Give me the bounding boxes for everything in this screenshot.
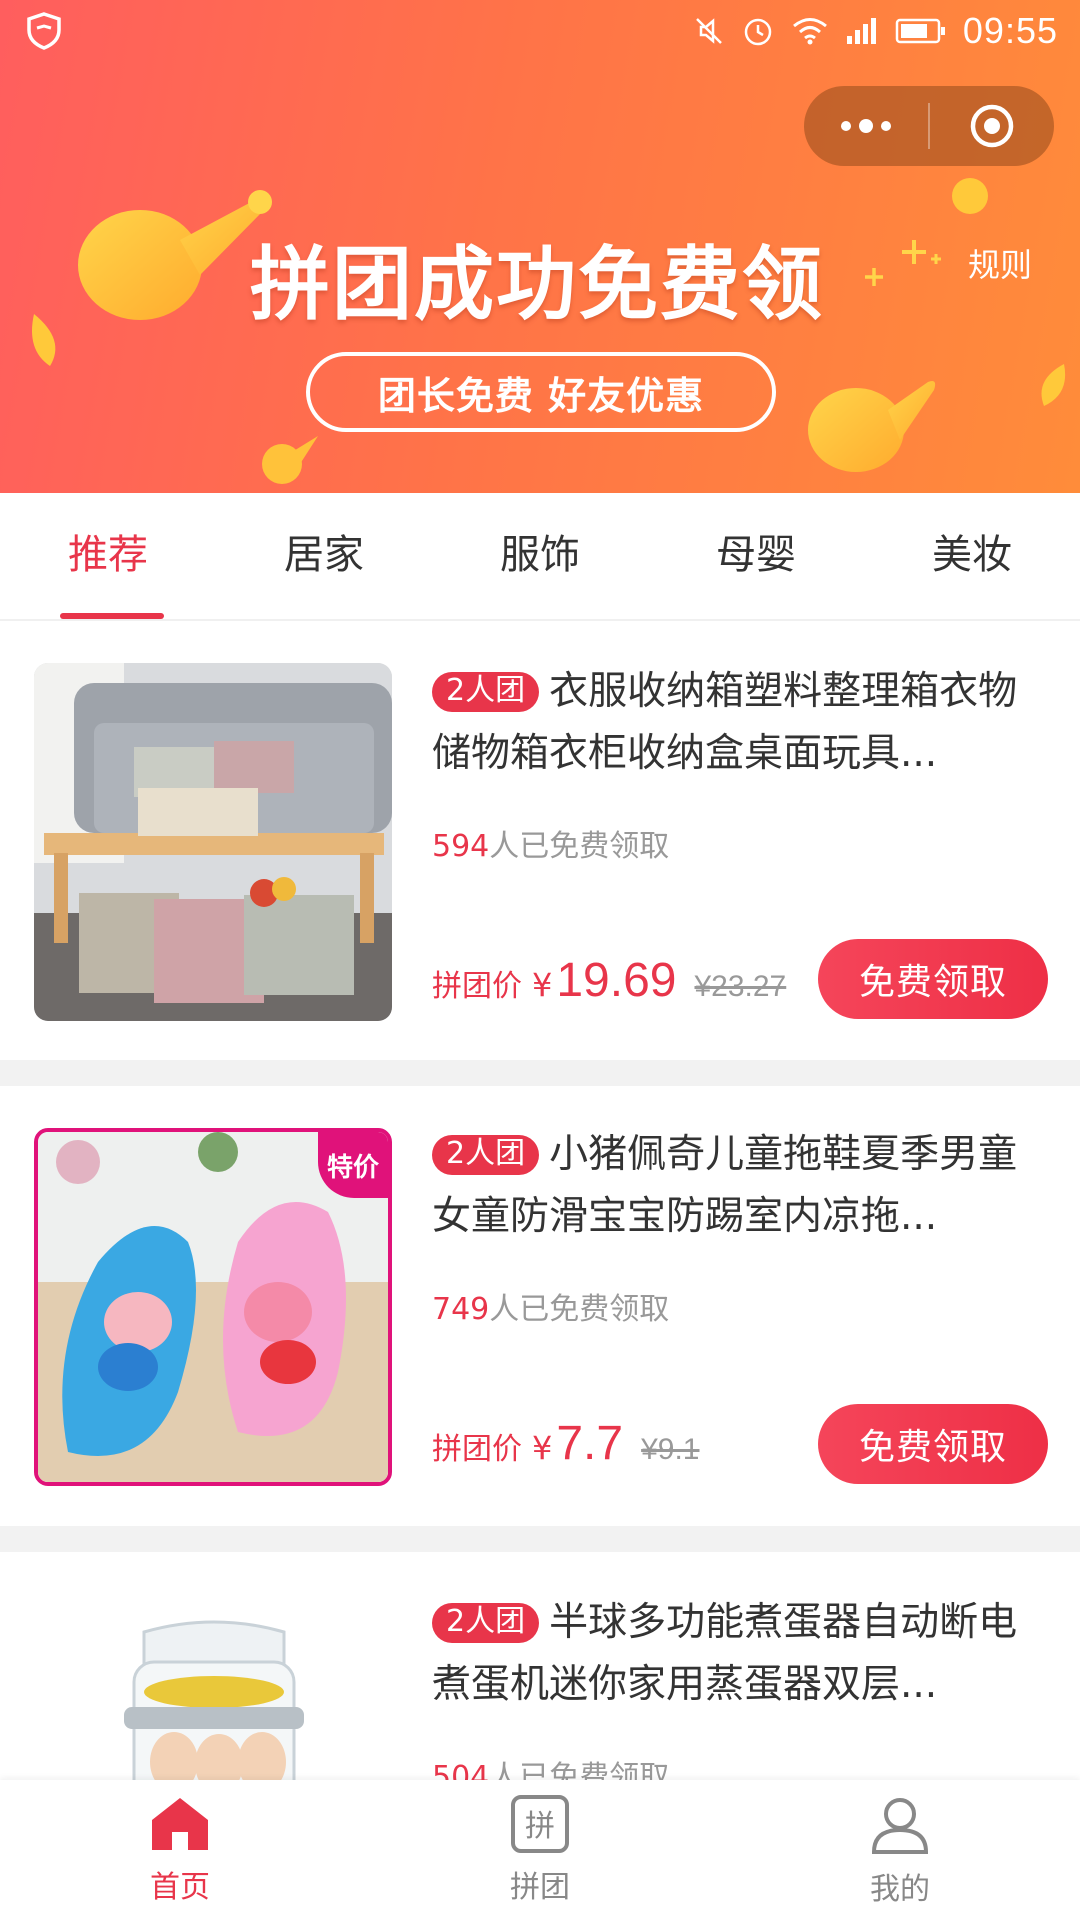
price-row: 拼团价 ¥ 7.7 ¥9.1	[432, 1416, 699, 1486]
profile-icon	[871, 1798, 929, 1854]
nav-group-buy-label: 拼团	[510, 1870, 570, 1905]
tab-recommend[interactable]: 推荐	[0, 493, 216, 621]
decorative-drop-right	[1041, 364, 1066, 406]
alarm-icon	[744, 18, 772, 46]
nav-home-label: 首页	[150, 1870, 210, 1905]
free-claim-button[interactable]: 免费领取	[818, 1404, 1048, 1484]
claimed-suffix: 人已免费领取	[489, 1292, 670, 1327]
battery-icon	[895, 18, 945, 44]
signal-icon	[846, 18, 876, 44]
bottom-tab-bar: 首页 拼 拼团 我的	[0, 1780, 1080, 1920]
hero-subtitle-pill: 团长免费 好友优惠	[306, 352, 776, 432]
product-title[interactable]: 2人团 半球多功能煮蛋器自动断电煮蛋机迷你家用蒸蛋器双层...	[432, 1592, 1052, 1716]
price-label: 拼团价	[432, 969, 522, 1004]
claimed-suffix: 人已免费领取	[489, 1760, 670, 1780]
decorative-drop-left	[32, 314, 56, 366]
product-card[interactable]: 2人团 衣服收纳箱塑料整理箱衣物储物箱衣柜收纳盒桌面玩具... 594人已免费领取…	[0, 623, 1080, 1060]
group-size-badge: 2人团	[432, 672, 540, 712]
section-divider	[0, 1060, 1080, 1086]
product-image[interactable]: 特价	[34, 1128, 392, 1486]
tab-apparel[interactable]: 服饰	[432, 493, 648, 621]
product-card[interactable]: 特价 2人团 小猪佩奇儿童拖鞋夏季男童女童防滑宝宝防踢室内凉拖... 749人已免…	[0, 1086, 1080, 1526]
original-price: ¥23.27	[694, 970, 787, 1003]
claimed-count: 749人已免费领取	[432, 1284, 669, 1328]
home-icon	[152, 1798, 208, 1850]
status-bar: 09:55	[0, 0, 1080, 62]
decorative-drumstick-right	[808, 381, 936, 472]
active-tab-indicator	[60, 613, 164, 619]
section-divider	[0, 1526, 1080, 1552]
claimed-count: 504人已免费领取	[432, 1752, 669, 1780]
svg-text:拼: 拼	[525, 1809, 555, 1844]
product-title[interactable]: 2人团 衣服收纳箱塑料整理箱衣物储物箱衣柜收纳盒桌面玩具...	[432, 661, 1052, 785]
group-price: 7.7	[556, 1417, 624, 1470]
tab-home[interactable]: 居家	[216, 493, 432, 621]
free-claim-button[interactable]: 免费领取	[818, 939, 1048, 1019]
nav-profile[interactable]: 我的	[720, 1780, 1080, 1920]
group-price: 19.69	[556, 954, 677, 1007]
claimed-count: 594人已免费领取	[432, 821, 669, 865]
claimed-suffix: 人已免费领取	[489, 829, 670, 864]
mute-icon	[696, 18, 722, 44]
price-row: 拼团价 ¥ 19.69 ¥23.27	[432, 953, 786, 1023]
miniprogram-capsule	[804, 86, 1054, 166]
tab-beauty[interactable]: 美妆	[864, 493, 1080, 621]
currency-symbol: ¥	[532, 966, 553, 1004]
price-label: 拼团价	[432, 1432, 522, 1467]
nav-home[interactable]: 首页	[0, 1780, 360, 1920]
claimed-number: 749	[432, 1292, 490, 1327]
nav-group-buy[interactable]: 拼 拼团	[360, 1780, 720, 1920]
category-tabs: 推荐 居家 服饰 母婴 美妆	[0, 493, 1080, 621]
group-size-badge: 2人团	[432, 1135, 540, 1175]
original-price: ¥9.1	[641, 1433, 700, 1466]
product-image[interactable]	[34, 663, 392, 1021]
more-button[interactable]	[804, 86, 928, 166]
decorative-circle-right	[952, 178, 988, 214]
currency-symbol: ¥	[532, 1429, 553, 1467]
special-price-tag: 特价	[318, 1132, 388, 1198]
wifi-icon	[792, 18, 827, 45]
product-image[interactable]	[34, 1612, 392, 1780]
sparkle-icon	[865, 240, 941, 286]
group-size-badge: 2人团	[432, 1603, 540, 1643]
decorative-drumstick-left	[78, 190, 272, 320]
group-buy-icon: 拼	[511, 1795, 569, 1853]
claimed-number: 504	[432, 1760, 490, 1780]
tab-mother-baby[interactable]: 母婴	[648, 493, 864, 621]
nav-profile-label: 我的	[870, 1872, 930, 1907]
egg-cooker-photo	[34, 1612, 392, 1780]
more-dots-icon	[841, 119, 891, 133]
status-time: 09:55	[962, 10, 1058, 51]
shield-icon	[27, 12, 61, 50]
storage-boxes-photo	[34, 663, 392, 1021]
target-close-icon	[970, 104, 1014, 148]
claimed-number: 594	[432, 829, 490, 864]
rules-link[interactable]: 规则	[968, 240, 1032, 286]
close-miniprogram-button[interactable]	[930, 86, 1054, 166]
product-title[interactable]: 2人团 小猪佩奇儿童拖鞋夏季男童女童防滑宝宝防踢室内凉拖...	[432, 1124, 1052, 1248]
hero-title: 拼团成功免费领	[250, 238, 824, 331]
hero-banner: 09:55 拼团成功免费领 规则 团长免费 好友优惠	[0, 0, 1080, 493]
decorative-drop-small	[262, 436, 318, 484]
product-card[interactable]: 2人团 半球多功能煮蛋器自动断电煮蛋机迷你家用蒸蛋器双层... 504人已免费领取	[0, 1552, 1080, 1780]
